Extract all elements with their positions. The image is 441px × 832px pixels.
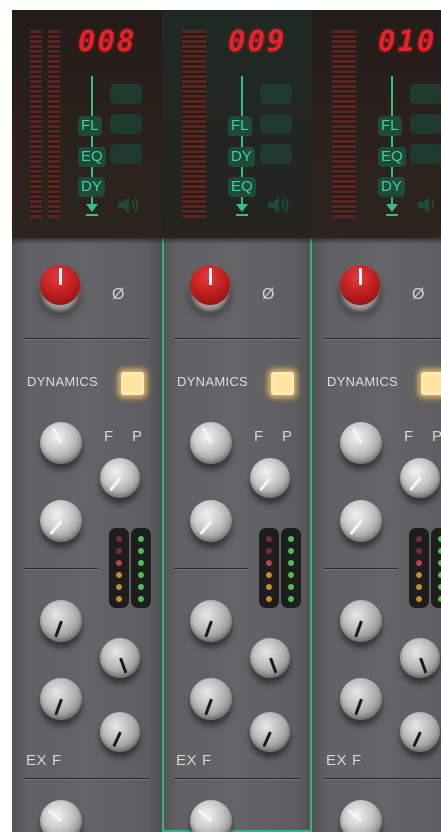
- input-level-meter: [431, 528, 441, 608]
- insert-slot-3[interactable]: [110, 144, 142, 164]
- dynamics-label-p: P: [432, 428, 441, 445]
- label-ex: EX: [326, 752, 348, 769]
- chain-arrow-icon: [386, 204, 398, 212]
- gain-reduction-meter: [259, 528, 279, 608]
- eq-knob-4[interactable]: [400, 712, 440, 752]
- send-slot-3[interactable]: DY: [378, 177, 405, 197]
- level-meter: [332, 30, 356, 218]
- dynamics-label-p: P: [282, 428, 293, 445]
- phase-invert-icon[interactable]: Ø: [262, 286, 274, 304]
- chain-arrow-icon: [86, 204, 98, 212]
- insert-slot-2[interactable]: [410, 114, 441, 134]
- dynamics-label-p: P: [132, 428, 143, 445]
- send-slot-2[interactable]: EQ: [78, 147, 106, 167]
- dynamics-label: DYNAMICS: [177, 374, 249, 389]
- eq-knob-2[interactable]: [250, 638, 290, 678]
- eq-knob-2[interactable]: [400, 638, 440, 678]
- input-level-meter: [281, 528, 301, 608]
- send-slot-2[interactable]: DY: [228, 147, 255, 167]
- label-f: F: [202, 752, 212, 769]
- dynamics-enable-button[interactable]: [270, 371, 295, 396]
- label-ex: EX: [176, 752, 198, 769]
- send-slot-1[interactable]: FL: [78, 116, 102, 136]
- dynamics-knob-3[interactable]: [190, 500, 232, 542]
- channel-number: 009: [228, 24, 287, 58]
- dynamics-knob-3[interactable]: [340, 500, 382, 542]
- channel-strip-009[interactable]: 009 FL DY EQ Ø DYNAMICS F P EX F: [162, 10, 312, 832]
- insert-slot-1[interactable]: [110, 84, 142, 104]
- eq-knob-3[interactable]: [190, 678, 232, 720]
- channel-number: 008: [78, 24, 137, 58]
- gain-knob[interactable]: [190, 265, 230, 305]
- gain-reduction-meter: [109, 528, 129, 608]
- insert-slot-1[interactable]: [260, 84, 292, 104]
- speaker-icon[interactable]: [416, 194, 441, 216]
- eq-knob-2[interactable]: [100, 638, 140, 678]
- dynamics-label-f: F: [404, 428, 414, 445]
- dynamics-label-f: F: [254, 428, 264, 445]
- speaker-icon[interactable]: [266, 194, 292, 216]
- insert-slot-3[interactable]: [410, 144, 441, 164]
- chain-arrow-icon: [236, 204, 248, 212]
- send-knob[interactable]: [340, 800, 382, 832]
- dynamics-knob-3[interactable]: [40, 500, 82, 542]
- eq-knob-3[interactable]: [340, 678, 382, 720]
- send-slot-3[interactable]: EQ: [228, 177, 256, 197]
- eq-knob-4[interactable]: [100, 712, 140, 752]
- dynamics-label: DYNAMICS: [327, 374, 399, 389]
- label-f: F: [352, 752, 362, 769]
- send-slot-1[interactable]: FL: [378, 116, 402, 136]
- dynamics-enable-button[interactable]: [120, 371, 145, 396]
- insert-slot-2[interactable]: [260, 114, 292, 134]
- eq-knob-4[interactable]: [250, 712, 290, 752]
- dynamics-knob-1[interactable]: [340, 422, 382, 464]
- dynamics-knob-1[interactable]: [190, 422, 232, 464]
- channel-strip-008[interactable]: 008 FL EQ DY Ø DYNAMICS F P EX F: [12, 10, 162, 832]
- phase-invert-icon[interactable]: Ø: [412, 286, 424, 304]
- speaker-icon[interactable]: [116, 194, 142, 216]
- dynamics-knob-2[interactable]: [100, 458, 140, 498]
- send-slot-3[interactable]: DY: [78, 177, 105, 197]
- mixer-view: { "channels": [ {"number":"008","sends":…: [0, 0, 441, 832]
- level-meter-left: [30, 30, 42, 218]
- gain-knob[interactable]: [40, 265, 80, 305]
- eq-knob-3[interactable]: [40, 678, 82, 720]
- send-slot-1[interactable]: FL: [228, 116, 252, 136]
- phase-invert-icon[interactable]: Ø: [112, 286, 124, 304]
- eq-knob-1[interactable]: [190, 600, 232, 642]
- label-ex: EX: [26, 752, 48, 769]
- dynamics-knob-2[interactable]: [400, 458, 440, 498]
- send-knob[interactable]: [40, 800, 82, 832]
- level-meter: [182, 30, 206, 218]
- dynamics-knob-2[interactable]: [250, 458, 290, 498]
- eq-knob-1[interactable]: [340, 600, 382, 642]
- gain-reduction-meter: [409, 528, 429, 608]
- insert-slot-3[interactable]: [260, 144, 292, 164]
- gain-knob[interactable]: [340, 265, 380, 305]
- send-knob[interactable]: [190, 800, 232, 832]
- input-level-meter: [131, 528, 151, 608]
- label-f: F: [52, 752, 62, 769]
- dynamics-label: DYNAMICS: [27, 374, 99, 389]
- insert-slot-1[interactable]: [410, 84, 441, 104]
- send-slot-2[interactable]: EQ: [378, 147, 406, 167]
- dynamics-knob-1[interactable]: [40, 422, 82, 464]
- insert-slot-2[interactable]: [110, 114, 142, 134]
- channel-strip-010[interactable]: 010 FL EQ DY Ø DYNAMICS F P EX F: [312, 10, 441, 832]
- channel-number: 010: [378, 24, 437, 58]
- eq-knob-1[interactable]: [40, 600, 82, 642]
- level-meter-right: [48, 30, 60, 218]
- dynamics-label-f: F: [104, 428, 114, 445]
- dynamics-enable-button[interactable]: [420, 371, 441, 396]
